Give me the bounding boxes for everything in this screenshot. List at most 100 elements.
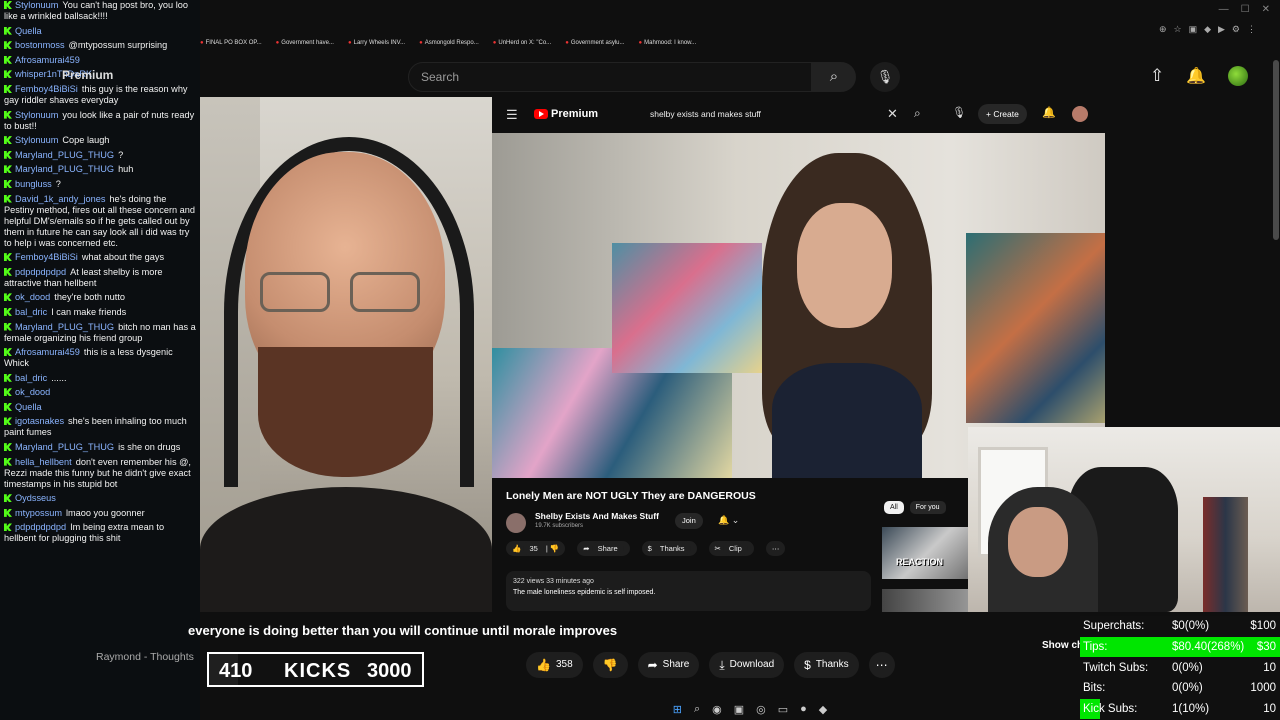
chat-text: I can make friends	[51, 306, 127, 317]
description-box[interactable]: 322 views 33 minutes ago The male loneli…	[506, 571, 871, 611]
extension-icon[interactable]: ◆	[1204, 24, 1211, 35]
kick-badge-icon	[4, 293, 12, 302]
download-button[interactable]: ⤓ Download	[709, 652, 785, 678]
chip-for-you[interactable]: For you	[909, 501, 946, 514]
chat-username[interactable]: Quella	[15, 26, 42, 36]
chat-username[interactable]: Quella	[15, 402, 42, 412]
chat-username[interactable]: Maryland_PLUG_THUG	[15, 442, 114, 452]
chat-username[interactable]: Maryland_PLUG_THUG	[15, 164, 114, 174]
kick-badge-icon	[4, 26, 12, 35]
chat-username[interactable]: Stylonuum	[15, 0, 58, 10]
more-button[interactable]: ⋯	[868, 652, 895, 678]
close-icon[interactable]: ✕	[1262, 4, 1270, 15]
clear-search-icon[interactable]: ✕	[887, 106, 898, 122]
upload-icon[interactable]: ⇧	[1150, 66, 1164, 86]
bookmark[interactable]: Government have...	[276, 40, 334, 54]
dislike-button[interactable]: 👎	[592, 652, 628, 678]
zoom-icon[interactable]: ⊕	[1159, 24, 1167, 35]
chat-username[interactable]: mtypossum	[15, 508, 62, 518]
chat-username[interactable]: Femboy4BiBiSi	[15, 252, 78, 262]
chat-username[interactable]: Stylonuum	[15, 135, 58, 145]
discord-icon[interactable]: ◉	[712, 703, 722, 716]
star-icon[interactable]: ☆	[1173, 24, 1181, 35]
scrollbar[interactable]	[1273, 60, 1279, 240]
bookmark[interactable]: UnHerd on X: "Co...	[493, 40, 551, 54]
chat-username[interactable]: Oydsseus	[15, 493, 56, 503]
maximize-icon[interactable]: ☐	[1241, 4, 1250, 15]
thanks-button[interactable]: $ Thanks	[794, 652, 859, 678]
person-face	[1008, 507, 1068, 577]
avatar[interactable]	[1228, 66, 1248, 86]
chat-username[interactable]: Afrosamurai459	[15, 55, 80, 65]
join-button[interactable]: Join	[675, 513, 703, 529]
spotify-icon[interactable]: ●	[800, 703, 807, 715]
clip-button[interactable]: ✂ Clip	[708, 541, 754, 556]
bell-icon[interactable]: 🔔	[1042, 106, 1056, 119]
goal-value: 1(10%)	[1172, 703, 1210, 716]
chrome-icon[interactable]: ◎	[756, 703, 766, 716]
bookmark[interactable]: Government asylu...	[565, 40, 625, 54]
search-icon[interactable]: ⌕	[914, 106, 921, 121]
windows-start-icon[interactable]: ⊞	[673, 703, 682, 716]
chat-username[interactable]: pdpdpdpdpd	[15, 267, 66, 277]
mic-button[interactable]: 🎙	[870, 62, 900, 92]
chat-username[interactable]: pdpdpdpdpd	[15, 522, 66, 532]
chat-username[interactable]: ok_dood	[15, 387, 50, 397]
kick-badge-icon	[4, 348, 12, 357]
chat-username[interactable]: bostonmoss	[15, 40, 65, 50]
chat-username[interactable]: Stylonuum	[15, 110, 58, 120]
bookmark[interactable]: Larry Wheels INV...	[348, 40, 405, 54]
chat-username[interactable]: Maryland_PLUG_THUG	[15, 322, 114, 332]
inner-search-input[interactable]: shelby exists and makes stuff	[642, 105, 902, 125]
minimize-icon[interactable]: —	[1219, 4, 1229, 15]
chat-username[interactable]: bal_dric	[15, 307, 47, 317]
search-button[interactable]: ⌕	[812, 62, 856, 92]
bookmark[interactable]: Asmongold Respo...	[419, 40, 479, 54]
kick-badge-icon	[4, 457, 12, 466]
chat-username[interactable]: hella_hellbent	[15, 457, 72, 467]
chat-username[interactable]: Femboy4BiBiSi	[15, 84, 78, 94]
channel-avatar[interactable]	[506, 513, 526, 533]
chat-username[interactable]: ok_dood	[15, 292, 50, 302]
app-icon[interactable]: ▣	[734, 703, 744, 716]
search-input[interactable]: Search	[408, 62, 812, 92]
subscribe-bell-icon[interactable]: 🔔 ⌄	[718, 515, 739, 526]
chat-username[interactable]: Afrosamurai459	[15, 347, 80, 357]
extension-icon[interactable]: ▣	[1189, 24, 1198, 35]
bookmark[interactable]: Mahmood: I know...	[639, 40, 696, 54]
extension-icon[interactable]: ▶	[1218, 24, 1225, 35]
chip-all[interactable]: All	[884, 501, 904, 514]
thanks-button[interactable]: $ Thanks	[641, 541, 697, 556]
folder-icon[interactable]: ▭	[778, 703, 788, 716]
chat-username[interactable]: Maryland_PLUG_THUG	[15, 150, 114, 160]
youtube-premium-logo[interactable]: Premium	[534, 108, 598, 120]
share-button[interactable]: ➦ Share	[637, 652, 700, 678]
extension-icon[interactable]: ⚙	[1232, 24, 1240, 35]
more-options-icon[interactable]: ⋯	[765, 541, 786, 556]
show-chat-button[interactable]: Show ch	[1042, 640, 1083, 651]
chat-username[interactable]: David_1k_andy_jones	[15, 194, 105, 204]
recommended-thumbnail[interactable]	[882, 589, 972, 612]
notifications-bell-icon[interactable]: 🔔	[1186, 66, 1206, 86]
chat-username[interactable]: bungluss	[15, 179, 52, 189]
chat-username[interactable]: bal_dric	[15, 373, 47, 383]
mic-icon[interactable]: 🎙	[952, 106, 966, 119]
chat-username[interactable]: igotasnakes	[15, 416, 64, 426]
channel-name[interactable]: Shelby Exists And Makes Stuff	[535, 511, 659, 521]
create-label: Create	[993, 109, 1019, 119]
thumbs-down-icon: 👎	[602, 658, 618, 672]
chat-message: Stylonuum Cope laugh	[4, 135, 196, 146]
like-button[interactable]: 👍 35 | 👎	[506, 541, 566, 556]
recommended-thumbnail[interactable]: REACTION	[882, 527, 972, 579]
create-button[interactable]: + Create	[978, 104, 1027, 124]
view-meta: 322 views 33 minutes ago	[513, 578, 594, 585]
search-icon[interactable]: ⌕	[694, 703, 700, 716]
app-icon[interactable]: ◆	[819, 703, 827, 716]
share-button[interactable]: ➦ Share	[577, 541, 630, 556]
bookmark[interactable]: FINAL PO BOX OP...	[200, 40, 262, 54]
avatar[interactable]	[1072, 106, 1088, 122]
thumbs-up-icon: 👍	[536, 658, 551, 672]
hamburger-menu-icon[interactable]: ☰	[506, 107, 518, 123]
like-button[interactable]: 👍 358	[526, 652, 583, 678]
menu-dots-icon[interactable]: ⋮	[1247, 24, 1256, 35]
